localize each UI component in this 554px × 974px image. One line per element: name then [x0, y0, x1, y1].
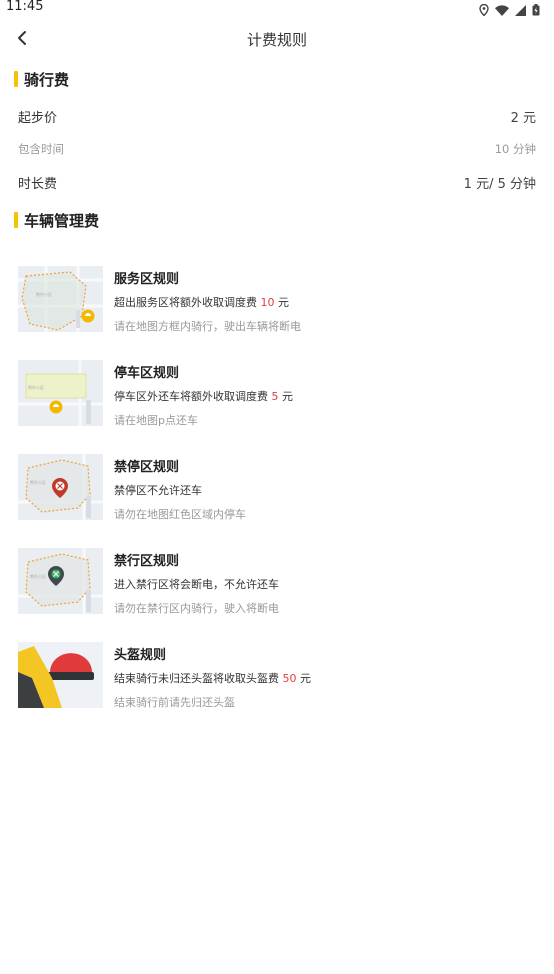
status-bar: 11:45 — [0, 0, 554, 17]
fee-amount: 10 — [260, 296, 275, 309]
fee-value: 1 元/ 5 分钟 — [463, 177, 536, 192]
rule-title: 禁行区规则 — [114, 554, 180, 569]
rule-desc-text: 超出服务区将额外收取调度费 — [114, 296, 257, 309]
rule-note: 结束骑行前请先归还头盔 — [114, 696, 235, 709]
map-label: 熊扑小区 — [28, 384, 44, 390]
battery-icon — [532, 1, 540, 20]
fee-label: 起步价 — [18, 111, 58, 126]
rule-no-riding-area: 熊扑小区 禁行区规则 进入禁行区将会断电，不允许还车 请勿在禁行区内骑行，驶入将… — [18, 548, 538, 615]
section-accent-bar — [14, 71, 18, 87]
wifi-icon — [495, 1, 509, 20]
fee-row-duration-fee: 时长费 1 元/ 5 分钟 — [18, 173, 536, 192]
fee-label: 时长费 — [18, 177, 58, 192]
rule-title: 服务区规则 — [114, 272, 180, 287]
section-title: 骑行费 — [24, 70, 70, 89]
section-riding-fee: 骑行费 — [14, 69, 69, 89]
fee-row-start-price: 起步价 2 元 — [18, 107, 536, 126]
section-vehicle-fee: 车辆管理费 — [14, 210, 99, 230]
fee-row-included-time: 包含时间 10 分钟 — [18, 141, 536, 157]
map-label: 熊扑小区 — [36, 291, 52, 297]
map-label: 熊扑小区 — [30, 573, 46, 579]
rule-title: 头盔规则 — [114, 648, 167, 663]
status-icons — [479, 1, 540, 20]
fee-unit: 元 — [282, 390, 293, 403]
fee-label: 包含时间 — [18, 142, 64, 156]
rule-description: 结束骑行未归还头盔将收取头盔费 50 元 — [114, 670, 311, 686]
fee-amount: 50 — [282, 672, 297, 685]
rule-desc-text: 停车区外还车将额外收取调度费 — [114, 390, 268, 403]
parking-area-map-thumbnail: 熊扑小区 — [18, 360, 103, 426]
map-label: 熊扑小区 — [30, 479, 46, 485]
helmet-thumbnail — [18, 642, 103, 708]
rule-description: 进入禁行区将会断电，不允许还车 — [114, 578, 279, 591]
section-accent-bar — [14, 212, 18, 228]
no-riding-area-map-thumbnail: 熊扑小区 — [18, 548, 103, 614]
fee-value: 10 分钟 — [494, 142, 536, 156]
rule-parking-area: 熊扑小区 停车区规则 停车区外还车将额外收取调度费 5 元 请在地图p点还车 — [18, 360, 538, 427]
rule-desc-text: 结束骑行未归还头盔将收取头盔费 — [114, 672, 279, 685]
fee-unit: 元 — [278, 296, 289, 309]
rule-description: 超出服务区将额外收取调度费 10 元 — [114, 294, 289, 310]
rule-note: 请在地图p点还车 — [114, 414, 198, 427]
page-title: 计费规则 — [246, 31, 307, 49]
rule-service-area: 熊扑小区 服务区规则 超出服务区将额外收取调度费 10 元 请在地图方框内骑行，… — [18, 266, 538, 333]
rule-title: 禁停区规则 — [114, 460, 180, 475]
rule-note: 请勿在禁行区内骑行，驶入将断电 — [114, 602, 279, 615]
fee-amount: 5 — [271, 390, 279, 403]
rule-description: 停车区外还车将额外收取调度费 5 元 — [114, 388, 293, 404]
rule-note: 请在地图方框内骑行，驶出车辆将断电 — [114, 320, 301, 333]
section-title: 车辆管理费 — [24, 211, 100, 230]
nav-bar: 计费规则 — [0, 22, 554, 58]
rule-title: 停车区规则 — [114, 366, 180, 381]
fee-unit: 元 — [300, 672, 311, 685]
fee-value: 2 元 — [510, 111, 536, 126]
service-area-map-thumbnail: 熊扑小区 — [18, 266, 103, 332]
location-icon — [479, 1, 489, 20]
rule-note: 请勿在地图红色区域内停车 — [114, 508, 246, 521]
rule-description: 禁停区不允许还车 — [114, 484, 202, 497]
rule-helmet: 头盔规则 结束骑行未归还头盔将收取头盔费 50 元 结束骑行前请先归还头盔 — [18, 642, 538, 709]
status-time: 11:45 — [6, 0, 44, 14]
signal-icon — [515, 1, 526, 20]
no-parking-area-map-thumbnail: 熊扑小区 — [18, 454, 103, 520]
rule-no-parking-area: 熊扑小区 禁停区规则 禁停区不允许还车 请勿在地图红色区域内停车 — [18, 454, 538, 521]
